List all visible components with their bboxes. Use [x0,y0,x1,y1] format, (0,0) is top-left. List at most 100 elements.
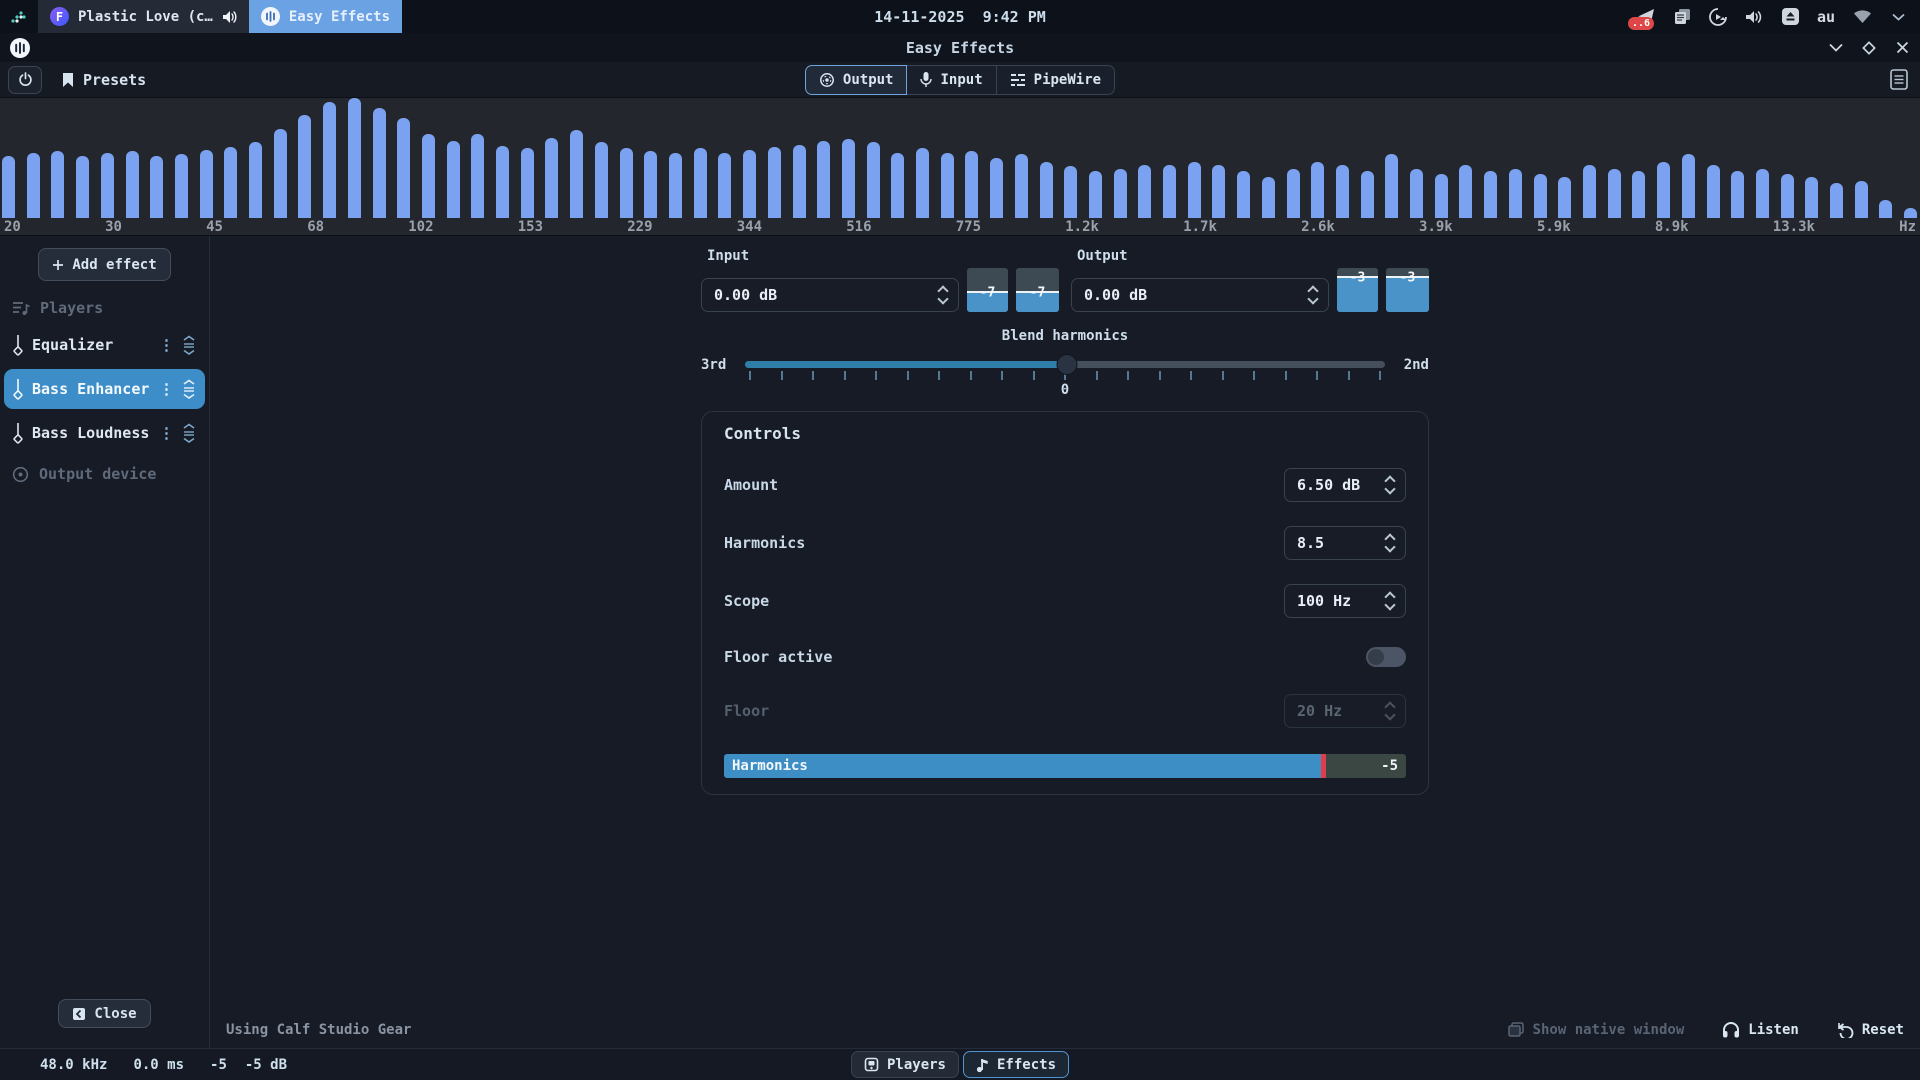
volume-icon[interactable] [1744,7,1764,27]
show-native-window-button: Show native window [1508,1022,1685,1038]
global-bypass-button[interactable] [8,66,42,94]
spectrum-bar [669,153,682,218]
close-window-button[interactable] [1894,40,1910,56]
tab-output[interactable]: Output [805,65,908,95]
effect-reorder-handle[interactable] [182,379,196,399]
spectrum-bar [101,153,114,218]
axis-tick-label: Hz [1899,219,1916,235]
spin-down-icon[interactable] [1384,483,1395,494]
messenger-icon[interactable]: ..6 [1636,7,1656,27]
axis-tick-label: 153 [518,219,543,235]
effect-name: Bass Loudness [32,424,150,442]
spin-down-icon[interactable] [937,293,948,304]
axis-tick-label: 20 [4,219,21,235]
add-effect-button[interactable]: Add effect [38,248,170,281]
scope-spinbox[interactable]: 100 Hz [1284,584,1406,618]
effect-icon [13,378,23,400]
effect-reorder-handle[interactable] [182,335,196,355]
meter-value: -7 [1016,285,1059,300]
slider-tick [1379,371,1381,380]
music-player-logo-icon: F [50,7,69,26]
axis-tick-label: 13.3k [1773,219,1815,235]
players-section-header[interactable]: Players [0,293,209,323]
spectrum-bar [743,150,756,218]
axis-tick-label: 1.7k [1183,219,1217,235]
effect-footer: Using Calf Studio Gear Show native windo… [224,1021,1906,1038]
output-gain-spinbox[interactable]: 0.00 dB [1071,278,1329,312]
taskbar-tab-easy-effects[interactable]: Easy Effects [249,0,402,33]
sidebar-item-output-device[interactable]: Output device [0,459,209,489]
keyboard-layout-indicator[interactable]: au [1816,7,1836,27]
tab-effects[interactable]: Effects [963,1051,1069,1078]
sidebar-item-equalizer[interactable]: Equalizer ⋮ [4,325,205,365]
spin-down-icon[interactable] [1384,541,1395,552]
spectrum-bar [1781,174,1794,218]
spectrum-bar [1682,154,1695,218]
harmonics-value: 8.5 [1285,534,1386,552]
spectrum-bar [1015,154,1028,218]
tab-players[interactable]: Players [851,1051,959,1078]
spectrum-bar [1435,174,1448,218]
presets-button[interactable]: Presets [62,71,146,89]
spectrum-bar [1509,169,1522,218]
slider-tick [1316,371,1318,380]
tab-pipewire[interactable]: PipeWire [997,65,1115,95]
slider-tick [1253,371,1255,380]
listen-button[interactable]: Listen [1722,1021,1799,1038]
reset-button[interactable]: Reset [1837,1022,1904,1038]
floor-label: Floor [724,702,769,720]
spectrum-bar [545,138,558,218]
clipboard-icon[interactable] [1672,7,1692,27]
output-gain-label: Output [1071,248,1429,266]
spectrum-bar [1879,200,1892,218]
blend-value: 0 [701,382,1429,398]
wifi-icon[interactable] [1852,7,1872,27]
output-level-meter-right: -3 [1386,268,1429,312]
effect-reorder-handle[interactable] [182,423,196,443]
spectrum-bar [323,102,336,218]
close-button[interactable]: Close [58,999,150,1028]
spectrum-bar [891,153,904,218]
spectrum-bar [1756,169,1769,218]
effect-menu-button[interactable]: ⋮ [159,336,173,354]
spectrum-bar [1237,171,1250,218]
effect-menu-button[interactable]: ⋮ [159,380,173,398]
maximize-button[interactable] [1861,40,1877,56]
screen-recorder-icon[interactable] [1708,7,1728,27]
harmonics-spinbox[interactable]: 8.5 [1284,526,1406,560]
floor-active-toggle[interactable] [1366,647,1406,667]
blend-left-label: 3rd [701,357,735,373]
presets-label: Presets [83,71,146,89]
slider-handle[interactable] [1056,354,1077,375]
input-gain-label: Input [701,248,1059,266]
spectrum-bar [471,134,484,218]
sidebar-item-bass-loudness[interactable]: Bass Loudness ⋮ [4,413,205,453]
launcher-icon[interactable] [0,0,38,33]
players-label: Players [40,299,103,317]
slider-tick [875,371,877,380]
tab-input[interactable]: Input [907,65,996,95]
sidebar-item-bass-enhancer[interactable]: Bass Enhancer ⋮ [4,369,205,409]
spin-down-icon[interactable] [1384,599,1395,610]
slider-tick [1033,371,1035,380]
spectrum-bar [1336,165,1349,218]
minimize-button[interactable] [1828,40,1844,56]
slider-tick [1096,371,1098,380]
spectrum-bar [1262,177,1275,218]
amount-spinbox[interactable]: 6.50 dB [1284,468,1406,502]
slider-tick [907,371,909,380]
taskbar-tab-music-player[interactable]: F Plastic Love (c… [38,0,249,33]
spectrum-bar [397,118,410,218]
removable-media-eject-icon[interactable] [1780,7,1800,27]
control-row-amount: Amount 6.50 dB [724,456,1406,514]
effect-menu-button[interactable]: ⋮ [159,424,173,442]
spin-down-icon[interactable] [1307,293,1318,304]
spectrum-bar [941,153,954,218]
shortcuts-help-button[interactable] [1886,67,1912,93]
blend-harmonics-slider[interactable] [745,354,1385,376]
tray-expand-chevron-icon[interactable] [1888,7,1908,27]
spectrum-bar [373,108,386,218]
input-gain-spinbox[interactable]: 0.00 dB [701,278,959,312]
listen-label: Listen [1748,1022,1799,1038]
slider-tick [749,371,751,380]
